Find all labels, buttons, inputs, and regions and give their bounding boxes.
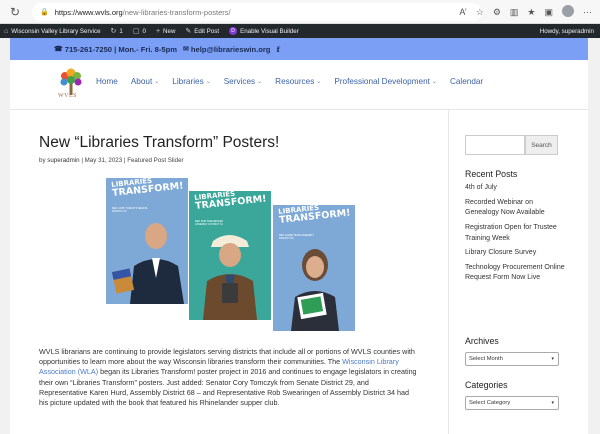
admin-updates[interactable]: ↻ 1 (110, 27, 123, 36)
admin-new[interactable]: + New (156, 28, 175, 35)
extensions-icon[interactable]: ⚙ (493, 7, 501, 18)
post-meta: by superadmin | May 31, 2023 | Featured … (39, 157, 184, 164)
poster-swearingen[interactable]: LIBRARIES TRANSFORM! REP. ROB SWEARINGEN … (189, 190, 271, 320)
recent-post-link[interactable]: Technology Procurement Online Request Fo… (465, 263, 565, 284)
phone-text: 715-261-7250 | Mon.- Fri. 8-5pm (64, 44, 178, 54)
chevron-down-icon: ⌄ (205, 79, 211, 85)
recent-post-link[interactable]: 4th of July (465, 183, 565, 194)
sidebar-divider (448, 110, 449, 434)
archives-heading: Archives (465, 336, 499, 346)
edit-label: Edit Post (194, 27, 220, 35)
menu-item-calendar[interactable]: Calendar (450, 77, 483, 86)
divi-icon: D (229, 27, 238, 35)
admin-site-link[interactable]: ⌂ Wisconsin Valley Library Service (4, 28, 101, 35)
updates-icon: ↻ (110, 28, 117, 35)
split-icon[interactable]: ▥ (510, 7, 519, 18)
recent-posts-heading: Recent Posts (465, 169, 518, 179)
recent-post-link[interactable]: Library Closure Survey (465, 248, 565, 259)
poster-subtitle: REP. KAREN HURD ASSEMBLY DISTRICT 68 (279, 234, 314, 240)
envelope-icon: ✉ (183, 46, 189, 53)
contact-bar: ☎ 715-261-7250 | Mon.- Fri. 8-5pm ✉ help@l… (10, 38, 588, 60)
new-label: New (163, 27, 176, 35)
admin-visual-builder[interactable]: D Enable Visual Builder (229, 27, 299, 35)
author-link[interactable]: superadmin (47, 157, 79, 164)
poster-subtitle: SEN. CORY TOMCZYK SENATE DISTRICT 29 (112, 207, 148, 213)
logo-text: WVLS (58, 93, 77, 99)
menu-item-resources[interactable]: Resources ⌄ (275, 77, 321, 86)
wp-admin-bar: ⌂ Wisconsin Valley Library Service ↻ 1 ▢ 0 … (0, 24, 600, 38)
poster-hurd[interactable]: LIBRARIES TRANSFORM! REP. KAREN HURD ASSE… (273, 204, 355, 331)
post-title: New “Libraries Transform” Posters! (39, 134, 280, 151)
menu-label: About (130, 77, 153, 86)
address-bar[interactable]: 🔒 https://www.wvls.org/new-libraries-tra… (32, 3, 482, 21)
more-icon[interactable]: ⋯ (583, 7, 592, 18)
search-input[interactable] (465, 135, 525, 155)
main-menu: Home About ⌄ Libraries ⌄ Services ⌄ Resources ⌄ P… (96, 77, 496, 86)
recent-post-link[interactable]: Recorded Webinar on Genealogy Now Availa… (465, 198, 565, 219)
chevron-down-icon: ⌄ (154, 79, 160, 85)
chevron-down-icon: ⌄ (257, 79, 263, 85)
chevron-down-icon: ⌄ (431, 79, 437, 85)
admin-site-label: Wisconsin Valley Library Service (11, 27, 101, 35)
lock-icon[interactable]: 🔒 (40, 8, 49, 16)
menu-item-home[interactable]: Home (96, 77, 118, 86)
menu-label: Home (96, 77, 118, 86)
admin-comments[interactable]: ▢ 0 (132, 27, 146, 36)
facebook-icon[interactable]: f (276, 45, 279, 54)
menu-label: Resources (275, 77, 315, 86)
search-button[interactable]: Search (525, 135, 558, 155)
comments-count: 0 (142, 27, 146, 35)
menu-item-libraries[interactable]: Libraries ⌄ (172, 77, 210, 86)
recent-post-link[interactable]: Registration Open for Trustee Training W… (465, 223, 565, 244)
chevron-down-icon: ▾ (551, 400, 554, 406)
site-header: WVLS Home About ⌄ Libraries ⌄ Services ⌄ Resour… (10, 60, 588, 110)
poster-tomczyk[interactable]: LIBRARIES TRANSFORM! SEN. CORY TOMCZYK SE… (106, 177, 188, 304)
category-link[interactable]: Featured Post Slider (127, 157, 183, 164)
menu-label: Professional Development (334, 77, 430, 86)
menu-item-services[interactable]: Services ⌄ (224, 77, 262, 86)
admin-howdy[interactable]: Howdy, superadmin (540, 24, 594, 38)
browser-toolbar: ↻ 🔒 https://www.wvls.org/new-libraries-t… (0, 0, 600, 24)
menu-item-about[interactable]: About ⌄ (131, 77, 159, 86)
read-aloud-icon[interactable]: A’ (459, 7, 466, 17)
post-body: WVLS librarians are continuing to provid… (39, 347, 419, 408)
post-date: May 31, 2023 (84, 157, 123, 164)
poster-subtitle: REP. ROB SWEARINGEN ASSEMBLY DISTRICT 34 (195, 220, 224, 226)
categories-select[interactable]: Select Category ▾ (465, 396, 559, 410)
admin-edit-post[interactable]: ✎ Edit Post (185, 27, 220, 36)
divi-label: Enable Visual Builder (240, 27, 299, 35)
profile-icon[interactable] (562, 5, 574, 19)
phone-icon: ☎ (54, 46, 63, 53)
content-area: New “Libraries Transform” Posters! by su… (10, 110, 588, 434)
chevron-down-icon: ⌄ (316, 79, 322, 85)
collections-icon[interactable]: ▣ (544, 7, 553, 18)
url-host: https://www.wvls.org (54, 7, 123, 17)
categories-select-value: Select Category (469, 400, 511, 406)
menu-label: Services (223, 77, 256, 86)
favorites-icon[interactable]: ★ (527, 7, 535, 18)
email-text: help@librarieswin.org (190, 44, 271, 54)
email-link[interactable]: ✉ help@librarieswin.org (183, 45, 270, 54)
url-path: /new-libraries-transform-posters/ (122, 7, 231, 17)
howdy-label: Howdy, superadmin (539, 27, 594, 35)
menu-item-professional-development[interactable]: Professional Development ⌄ (334, 77, 437, 86)
phone-info: ☎ 715-261-7250 | Mon.- Fri. 8-5pm (54, 45, 177, 54)
plus-icon: + (155, 27, 161, 35)
home-icon: ⌂ (4, 27, 9, 35)
star-icon[interactable]: ☆ (476, 7, 484, 18)
recent-posts-list: 4th of July Recorded Webinar on Genealog… (465, 183, 565, 288)
categories-heading: Categories (465, 380, 508, 390)
menu-label: Calendar (449, 77, 484, 86)
archives-select[interactable]: Select Month ▾ (465, 352, 559, 366)
archives-select-value: Select Month (469, 356, 503, 362)
comment-icon: ▢ (132, 28, 140, 35)
menu-label: Libraries (172, 77, 204, 86)
pencil-icon: ✎ (185, 28, 192, 35)
chevron-down-icon: ▾ (551, 356, 554, 362)
refresh-icon[interactable]: ↻ (6, 3, 24, 21)
updates-count: 1 (119, 27, 123, 35)
